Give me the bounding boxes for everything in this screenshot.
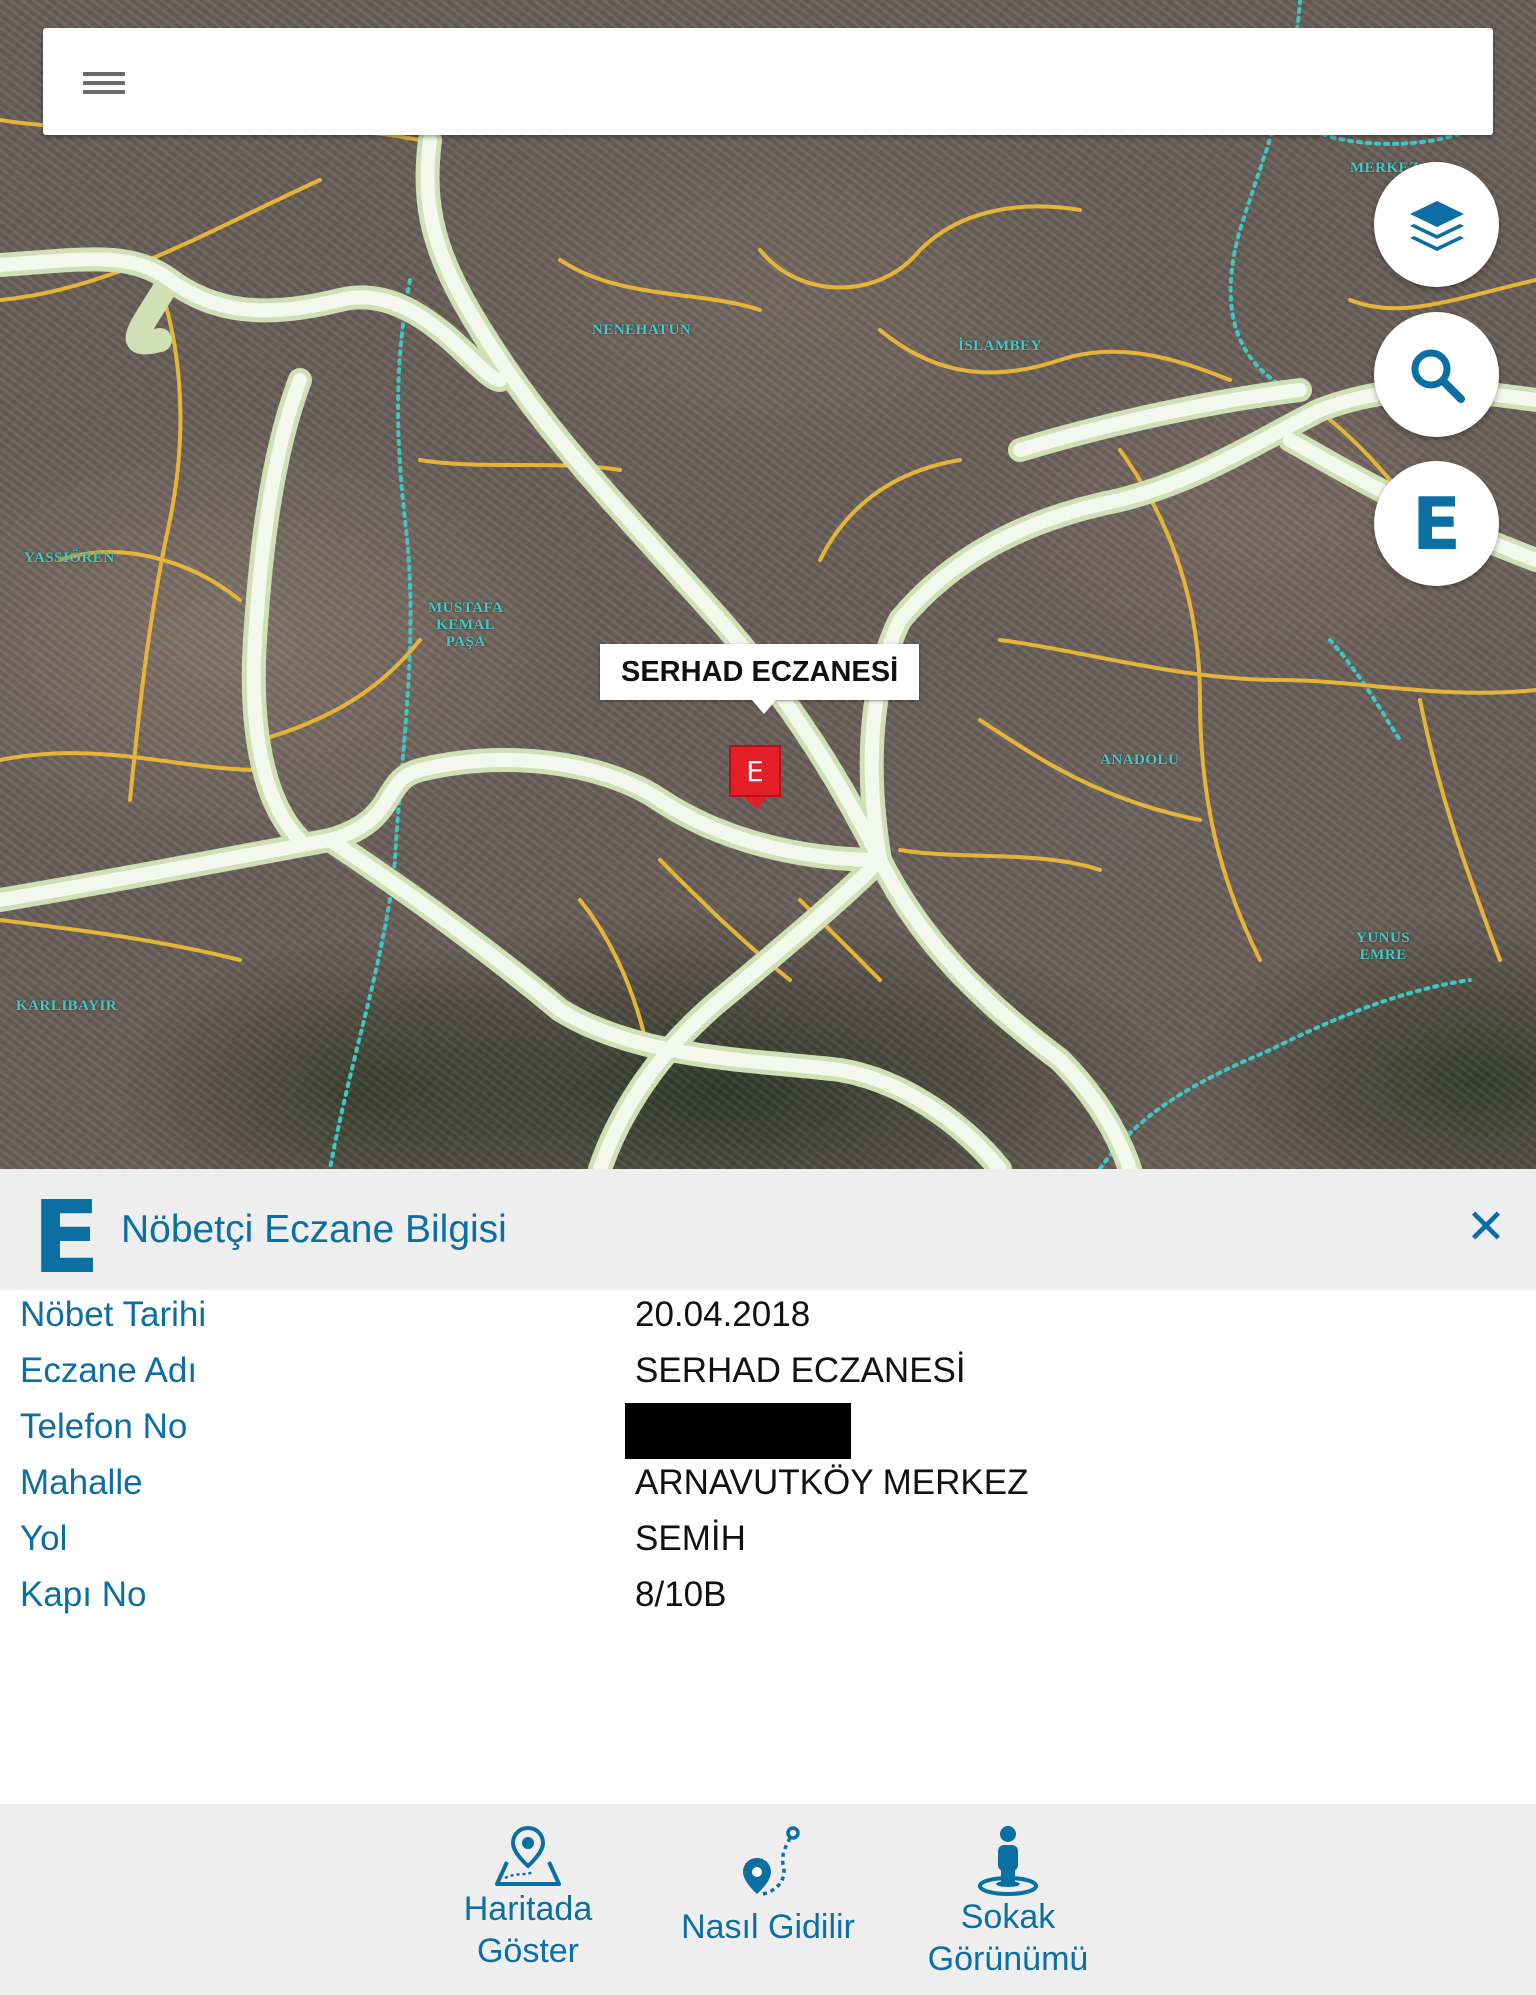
map-label-yunus-emre: YUNUS EMRE bbox=[1356, 930, 1411, 963]
map-pin-icon bbox=[495, 1825, 561, 1886]
pharmacy-info-table: Nöbet Tarihi 20.04.2018 Eczane Adı SERHA… bbox=[0, 1290, 1536, 1626]
search-button[interactable] bbox=[1374, 312, 1499, 437]
panel-title: Nöbetçi Eczane Bilgisi bbox=[121, 1208, 507, 1251]
pharmacy-marker[interactable]: E bbox=[729, 745, 781, 809]
street-view-button[interactable]: Sokak Görünümü bbox=[908, 1824, 1108, 1980]
pharmacy-filter-button[interactable]: E bbox=[1374, 461, 1499, 586]
row-label: Nöbet Tarihi bbox=[20, 1295, 207, 1334]
row-value: SEMİH bbox=[635, 1519, 746, 1558]
redacted-phone-block bbox=[625, 1403, 851, 1459]
row-label: Yol bbox=[20, 1519, 68, 1558]
top-bar bbox=[43, 28, 1493, 135]
map-label-nenehatun: NENEHATUN bbox=[592, 322, 692, 338]
row-label: Telefon No bbox=[20, 1407, 188, 1446]
row-value: SERHAD ECZANESİ bbox=[635, 1351, 966, 1390]
map-label-islambey: İSLAMBEY bbox=[958, 338, 1043, 354]
bottom-action-bar: Haritada Göster Nasıl Gidilir Sokak Görü… bbox=[0, 1804, 1536, 1995]
map-label-karlibayir: KARLIBAYIR bbox=[16, 998, 118, 1014]
pharmacy-e-icon: E bbox=[1411, 481, 1462, 566]
pharmacy-callout-label[interactable]: SERHAD ECZANESİ bbox=[600, 644, 920, 714]
route-icon bbox=[743, 1826, 800, 1896]
row-label: Eczane Adı bbox=[20, 1351, 198, 1390]
map-label-anadolu: ANADOLU bbox=[1100, 752, 1180, 768]
search-icon bbox=[1411, 349, 1465, 403]
info-row-door-number: Kapı No 8/10B bbox=[0, 1570, 1536, 1626]
row-label: Mahalle bbox=[20, 1463, 143, 1502]
app-root: NENEHATUN İSLAMBEY YASSIÖREN MUSTAFA KEM… bbox=[0, 0, 1536, 1995]
road-network bbox=[0, 0, 1536, 1169]
directions-button[interactable]: Nasıl Gidilir bbox=[668, 1824, 868, 1948]
info-row-neighborhood: Mahalle ARNAVUTKÖY MERKEZ bbox=[0, 1458, 1536, 1514]
info-row-name: Eczane Adı SERHAD ECZANESİ bbox=[0, 1346, 1536, 1402]
layers-button[interactable] bbox=[1374, 162, 1499, 287]
info-row-date: Nöbet Tarihi 20.04.2018 bbox=[0, 1290, 1536, 1346]
map-label-yassioren: YASSIÖREN bbox=[24, 550, 115, 566]
satellite-map[interactable]: NENEHATUN İSLAMBEY YASSIÖREN MUSTAFA KEM… bbox=[0, 0, 1536, 1169]
street-view-label: Sokak Görünümü bbox=[927, 1898, 1089, 1978]
street-view-person-icon bbox=[978, 1826, 1038, 1896]
hamburger-menu-icon[interactable] bbox=[83, 66, 129, 98]
info-row-road: Yol SEMİH bbox=[0, 1514, 1536, 1570]
show-on-map-label: Haritada Göster bbox=[463, 1890, 593, 1970]
close-icon[interactable]: ✕ bbox=[1462, 1203, 1510, 1251]
row-value: 20.04.2018 bbox=[635, 1295, 811, 1334]
directions-label: Nasıl Gidilir bbox=[681, 1908, 855, 1946]
pharmacy-e-logo-icon: E bbox=[32, 1179, 101, 1296]
row-label: Kapı No bbox=[20, 1575, 147, 1614]
row-value: 8/10B bbox=[635, 1575, 727, 1614]
map-label-mustafa-kemal-pasa: MUSTAFA KEMAL PAŞA bbox=[428, 600, 504, 650]
row-value: ARNAVUTKÖY MERKEZ bbox=[635, 1463, 1029, 1502]
layers-icon bbox=[1409, 200, 1464, 251]
show-on-map-button[interactable]: Haritada Göster bbox=[428, 1824, 628, 1972]
